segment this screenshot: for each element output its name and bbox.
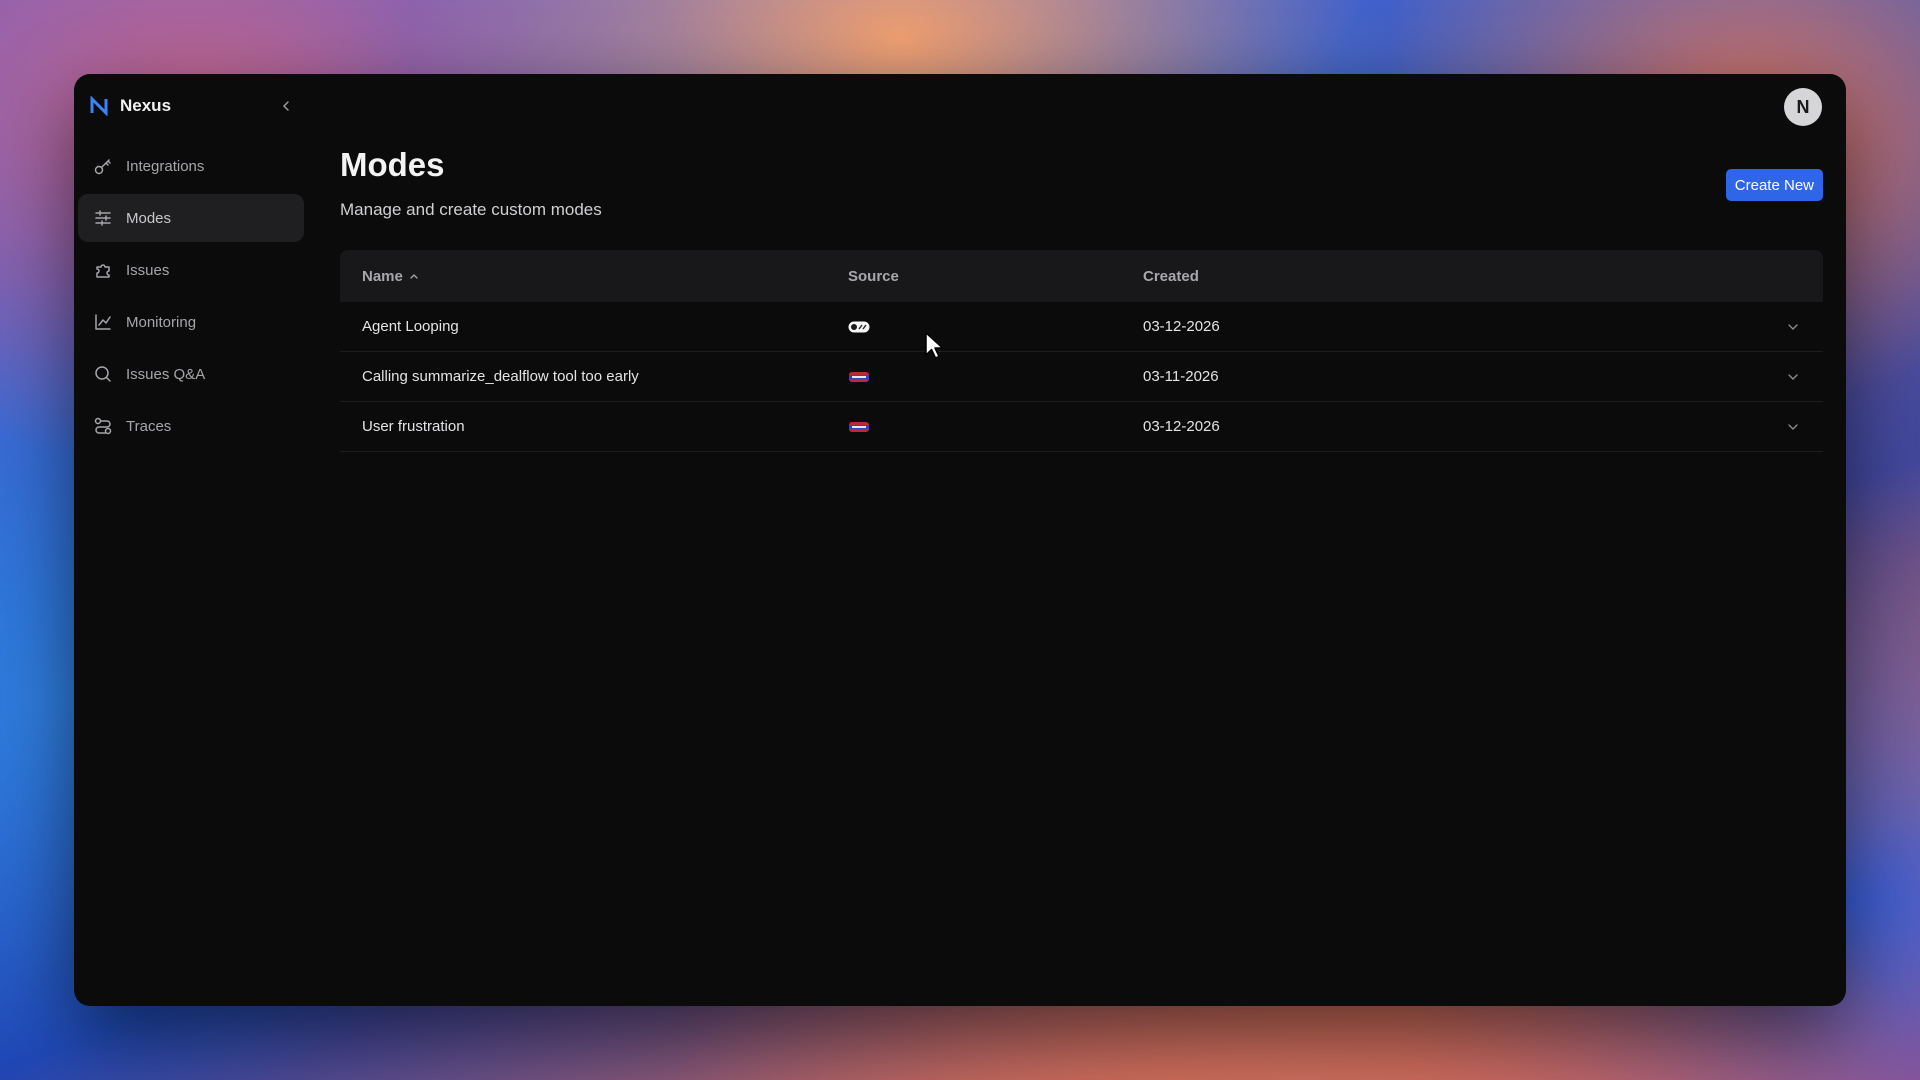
sidebar-nav: Integrations Modes Issues Monitoring Iss… bbox=[78, 142, 304, 454]
sidebar-item-label: Issues Q&A bbox=[126, 365, 206, 383]
table-header: Name Source Created bbox=[340, 250, 1823, 302]
page-subtitle: Manage and create custom modes bbox=[340, 200, 602, 219]
sidebar-item-label: Modes bbox=[126, 209, 172, 227]
mode-name: Agent Looping bbox=[362, 318, 459, 335]
created-date: 03-11-2026 bbox=[1143, 368, 1219, 385]
line-chart-icon bbox=[92, 311, 114, 333]
modes-table: Name Source Created Agent Looping 03-12-… bbox=[340, 250, 1823, 452]
chevron-left-icon bbox=[282, 101, 289, 111]
sliders-icon bbox=[92, 207, 114, 229]
key-icon bbox=[92, 155, 114, 177]
chevron-down-icon bbox=[1788, 373, 1798, 380]
sidebar-item-label: Integrations bbox=[126, 157, 205, 175]
flag-badge-icon bbox=[848, 371, 870, 383]
sidebar-item-issues[interactable]: Issues bbox=[78, 246, 304, 294]
nexus-logo-icon bbox=[88, 95, 110, 117]
expand-row-button[interactable] bbox=[1763, 321, 1823, 333]
sort-ascending-icon bbox=[410, 274, 418, 279]
created-date: 03-12-2026 bbox=[1143, 418, 1220, 435]
expand-row-button[interactable] bbox=[1763, 371, 1823, 383]
create-new-button[interactable]: Create New bbox=[1725, 169, 1823, 201]
main-content: N Modes Manage and create custom modes C… bbox=[340, 74, 1846, 1006]
table-row[interactable]: Calling summarize_dealflow tool too earl… bbox=[340, 352, 1823, 402]
sidebar-item-label: Monitoring bbox=[126, 313, 197, 331]
table-row[interactable]: User frustration 03-12-2026 bbox=[340, 402, 1823, 452]
table-row[interactable]: Agent Looping 03-12-2026 bbox=[340, 302, 1823, 352]
column-header-name[interactable]: Name bbox=[340, 268, 846, 285]
brand: Nexus bbox=[88, 92, 171, 120]
expand-row-button[interactable] bbox=[1763, 421, 1823, 433]
search-icon bbox=[92, 363, 114, 385]
column-header-label: Name bbox=[362, 267, 403, 285]
sidebar-item-modes[interactable]: Modes bbox=[78, 194, 304, 242]
chevron-down-icon bbox=[1788, 423, 1798, 430]
column-header-label: Created bbox=[1143, 267, 1199, 285]
flag-badge-icon bbox=[848, 421, 870, 433]
avatar[interactable]: N bbox=[1784, 88, 1822, 126]
chevron-down-icon bbox=[1788, 323, 1798, 330]
created-date: 03-12-2026 bbox=[1143, 318, 1220, 335]
sidebar-item-label: Issues bbox=[126, 261, 170, 279]
route-icon bbox=[92, 415, 114, 437]
app-window: Nexus Integrations Modes Issues Monitori… bbox=[74, 74, 1846, 1006]
sidebar-item-integrations[interactable]: Integrations bbox=[78, 142, 304, 190]
toggle-badge-icon bbox=[848, 321, 870, 333]
puzzle-icon bbox=[92, 259, 114, 281]
column-header-label: Source bbox=[848, 267, 899, 285]
column-header-source: Source bbox=[846, 268, 1143, 285]
mode-name: User frustration bbox=[362, 418, 465, 435]
sidebar: Nexus Integrations Modes Issues Monitori… bbox=[74, 74, 312, 1006]
page-title: Modes bbox=[340, 146, 445, 183]
sidebar-item-label: Traces bbox=[126, 417, 172, 435]
mode-name: Calling summarize_dealflow tool too earl… bbox=[362, 368, 639, 385]
sidebar-item-traces[interactable]: Traces bbox=[78, 402, 304, 450]
sidebar-item-issues-qa[interactable]: Issues Q&A bbox=[78, 350, 304, 398]
column-header-created: Created bbox=[1143, 268, 1763, 285]
collapse-sidebar-button[interactable] bbox=[274, 94, 298, 118]
sidebar-item-monitoring[interactable]: Monitoring bbox=[78, 298, 304, 346]
brand-name: Nexus bbox=[120, 96, 172, 115]
